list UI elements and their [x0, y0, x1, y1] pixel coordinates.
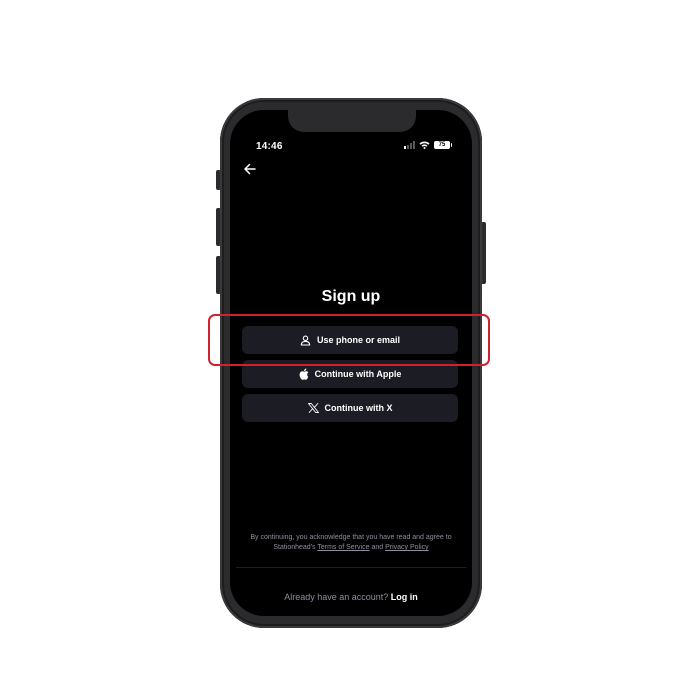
privacy-policy-link[interactable]: Privacy Policy	[385, 544, 429, 551]
apple-icon	[299, 368, 309, 380]
page-title: Sign up	[321, 288, 381, 305]
use-phone-or-email-label: Use phone or email	[316, 335, 401, 345]
back-button[interactable]	[242, 161, 258, 177]
status-time: 14:46	[256, 141, 283, 152]
wifi-icon	[419, 141, 430, 149]
legal-notice: By continuing, you acknowledge that you …	[244, 533, 458, 553]
continue-with-apple-button[interactable]: Continue with Apple	[242, 360, 458, 388]
legal-and: and	[371, 544, 384, 551]
phone-screen: 14:46 75 Sign up Use phone or email Cont…	[230, 110, 472, 616]
log-in-link[interactable]: Log in	[391, 592, 418, 602]
battery-icon: 75	[434, 141, 452, 149]
continue-with-x-button[interactable]: Continue with X	[242, 394, 458, 422]
terms-of-service-link[interactable]: Terms of Service	[317, 544, 369, 551]
use-phone-or-email-button[interactable]: Use phone or email	[242, 326, 458, 354]
x-logo-icon	[307, 403, 319, 413]
status-indicators: 75	[404, 141, 452, 149]
login-prompt: Already have an account? Log in	[230, 592, 472, 602]
stage: 14:46 75 Sign up Use phone or email Cont…	[0, 0, 700, 700]
notch	[288, 110, 416, 132]
login-prompt-text: Already have an account?	[284, 592, 389, 602]
continue-with-apple-label: Continue with Apple	[314, 369, 402, 379]
arrow-left-icon	[244, 163, 256, 175]
divider	[236, 567, 466, 568]
person-icon	[300, 335, 311, 346]
signal-icon	[404, 141, 415, 149]
continue-with-x-label: Continue with X	[324, 403, 393, 413]
